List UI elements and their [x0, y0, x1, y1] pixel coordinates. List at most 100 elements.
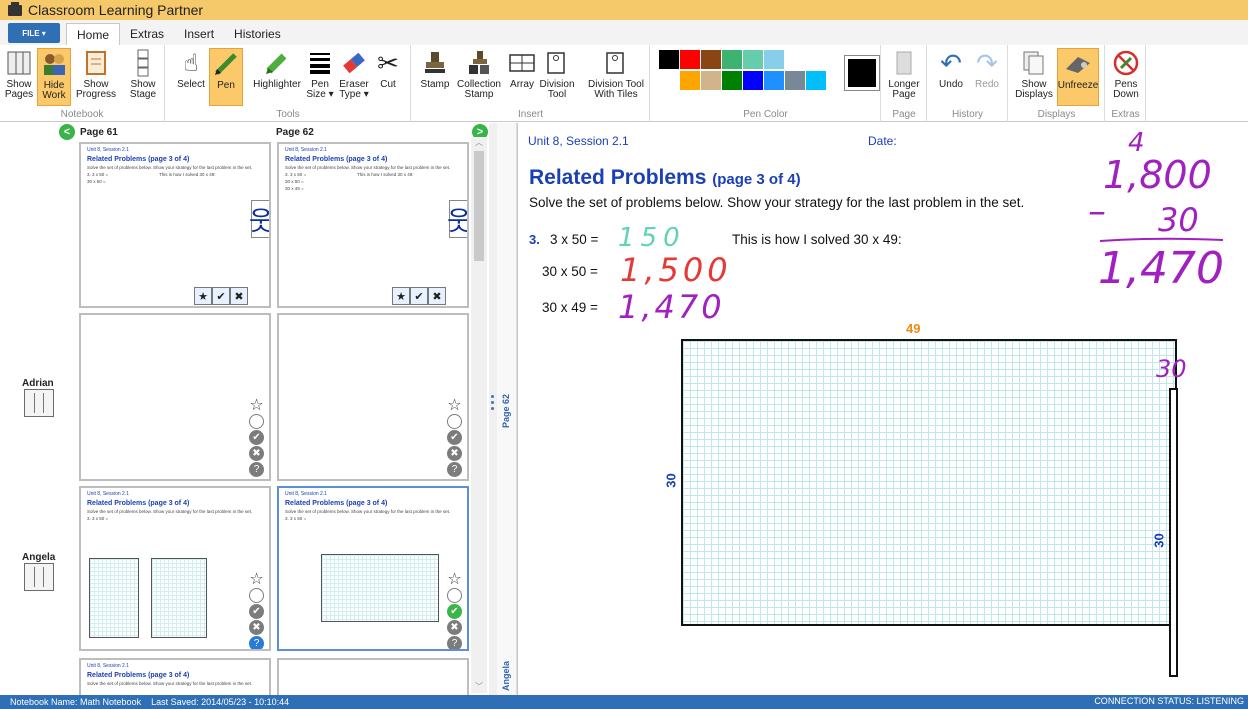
color-swatch-grid	[659, 50, 847, 90]
thumbnail-adrian-page-62[interactable]: ☆ ✔ ✖ ?	[277, 313, 469, 481]
color-swatch[interactable]	[743, 50, 763, 69]
circle-icon[interactable]	[447, 414, 462, 429]
question-icon[interactable]: ?	[447, 636, 462, 649]
person-x-icon[interactable]: ✖	[230, 287, 248, 305]
thumbnail-angela-page-61[interactable]: Unit 8, Session 2.1 Related Problems (pa…	[79, 486, 271, 651]
color-swatch[interactable]	[806, 71, 826, 90]
collection-stamp-button[interactable]: Collection Stamp	[456, 48, 502, 106]
color-swatch[interactable]	[701, 50, 721, 69]
person-star-icon[interactable]: ★	[194, 287, 212, 305]
notebook-icon-angela[interactable]	[24, 563, 54, 591]
vertical-scrollbar[interactable]: ︿ ﹀	[471, 137, 487, 693]
color-swatch[interactable]	[722, 50, 742, 69]
scroll-up-icon[interactable]: ︿	[471, 137, 487, 149]
x-icon[interactable]: ✖	[249, 620, 264, 635]
stamp-button[interactable]: Tools Stamp	[418, 48, 452, 106]
color-swatch[interactable]	[785, 50, 805, 69]
color-swatch[interactable]	[680, 50, 700, 69]
select-button[interactable]: ☝ Select	[174, 48, 208, 106]
color-swatch[interactable]	[701, 71, 721, 90]
check-icon[interactable]: ✔	[447, 430, 462, 445]
extras-group: Pens Down Extras	[1106, 45, 1146, 122]
division-tool-tiles-button[interactable]: Division Tool With Tiles	[588, 48, 644, 106]
panel-splitter[interactable]	[489, 123, 497, 695]
longer-page-button[interactable]: Longer Page	[887, 48, 921, 106]
question-icon[interactable]: ?	[249, 462, 264, 477]
color-swatch[interactable]	[806, 50, 826, 69]
color-swatch[interactable]	[743, 71, 763, 90]
array-button[interactable]: Array	[505, 48, 539, 106]
thumbnail-adrian-page-61[interactable]: ☆ ✔ ✖ ?	[79, 313, 271, 481]
unfreeze-button[interactable]: Unfreeze	[1057, 48, 1099, 106]
eraser-type-button[interactable]: Eraser Type ▾	[337, 48, 371, 106]
star-icon[interactable]: ☆	[447, 398, 462, 414]
question-icon[interactable]: ?	[447, 462, 462, 477]
color-swatch[interactable]	[659, 71, 679, 90]
show-pages-button[interactable]: Show Pages	[2, 48, 36, 106]
color-swatch[interactable]	[764, 50, 784, 69]
show-stage-label: Show Stage	[129, 79, 157, 100]
x-icon[interactable]: ✖	[447, 620, 462, 635]
notebook-page[interactable]: Unit 8, Session 2.1 Date: Related Proble…	[517, 123, 1248, 695]
tab-insert[interactable]: Insert	[174, 23, 224, 45]
tab-home[interactable]: Home	[66, 23, 121, 45]
star-icon[interactable]: ☆	[249, 572, 264, 588]
thumbnail-page-62-row4[interactable]	[277, 658, 469, 698]
previous-page-button[interactable]: <	[59, 124, 75, 140]
question-icon[interactable]: ?	[249, 636, 264, 649]
person-star-icon[interactable]: ★	[392, 287, 410, 305]
check-icon[interactable]: ✔	[249, 604, 264, 619]
x-icon[interactable]: ✖	[249, 446, 264, 461]
star-icon[interactable]: ☆	[447, 572, 462, 588]
selected-color-swatch[interactable]	[844, 55, 880, 91]
highlighter-button[interactable]: Highlighter	[252, 48, 302, 106]
circle-icon[interactable]	[249, 414, 264, 429]
color-swatch[interactable]	[827, 50, 847, 69]
redo-button[interactable]: ↷ Redo	[970, 48, 1004, 106]
show-stage-button[interactable]: Show Stage	[126, 48, 160, 106]
color-swatch[interactable]	[680, 71, 700, 90]
redo-label: Redo	[975, 79, 999, 90]
person-check-icon[interactable]: ✔	[212, 287, 230, 305]
file-menu-button[interactable]: FILE ▾	[8, 23, 60, 43]
pens-down-button[interactable]: Pens Down	[1109, 48, 1143, 106]
check-icon[interactable]: ✔	[249, 430, 264, 445]
division-bar[interactable]	[1169, 388, 1178, 677]
undo-button[interactable]: ↶ Undo	[934, 48, 968, 106]
tab-extras[interactable]: Extras	[120, 23, 174, 45]
array-49x30[interactable]	[681, 339, 1177, 626]
color-swatch[interactable]	[764, 71, 784, 90]
scrollbar-thumb[interactable]	[474, 151, 484, 261]
person-x-icon[interactable]: ✖	[428, 287, 446, 305]
scroll-down-icon[interactable]: ﹀	[471, 681, 487, 693]
circle-icon[interactable]	[249, 588, 264, 603]
thumbnail-page-61-row1[interactable]: Unit 8, Session 2.1 Related Problems (pa…	[79, 142, 271, 308]
notebook-icon-adrian[interactable]	[24, 389, 54, 417]
star-icon[interactable]: ☆	[249, 398, 264, 414]
x-icon[interactable]: ✖	[447, 446, 462, 461]
hide-work-button[interactable]: Hide Work	[37, 48, 71, 106]
stick-figure-icon[interactable]: 웃	[249, 200, 269, 238]
color-swatch[interactable]	[659, 50, 679, 69]
pen-size-button[interactable]: Pen Size ▾	[303, 48, 337, 106]
person-check-icon[interactable]: ✔	[410, 287, 428, 305]
thumbnail-page-62-row1[interactable]: Unit 8, Session 2.1 Related Problems (pa…	[277, 142, 469, 308]
division-tool-button[interactable]: Division Tool	[540, 48, 575, 106]
circle-icon[interactable]	[447, 588, 462, 603]
show-displays-button[interactable]: Show Displays	[1015, 48, 1053, 106]
pen-color-group-label: Pen Color	[743, 109, 788, 120]
thumb-unit: Unit 8, Session 2.1	[87, 147, 129, 153]
check-icon[interactable]: ✔	[447, 604, 462, 619]
pen-button[interactable]: Pen	[209, 48, 243, 106]
thumb-q2: 30 x 50 =	[87, 179, 106, 184]
tab-histories[interactable]: Histories	[224, 23, 291, 45]
color-swatch[interactable]	[722, 71, 742, 90]
stick-figure-icon[interactable]: 웃	[447, 200, 467, 238]
color-swatch[interactable]	[827, 71, 847, 90]
show-progress-button[interactable]: Show Progress	[76, 48, 116, 106]
thumbnail-angela-page-62[interactable]: Unit 8, Session 2.1 Related Problems (pa…	[277, 486, 469, 651]
color-swatch[interactable]	[785, 71, 805, 90]
window-title: Classroom Learning Partner	[28, 2, 204, 18]
thumbnail-page-61-row4[interactable]: Unit 8, Session 2.1 Related Problems (pa…	[79, 658, 271, 698]
cut-button[interactable]: ✂ Cut	[371, 48, 405, 106]
